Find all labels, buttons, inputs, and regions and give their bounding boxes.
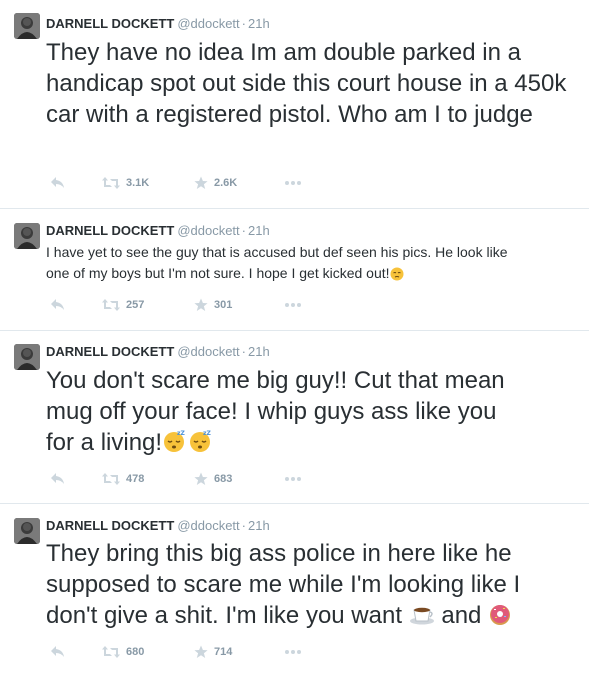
tweet-text-segment: and (441, 602, 482, 629)
more-dots-icon (285, 303, 301, 307)
retweet-icon (102, 646, 120, 658)
user-handle[interactable]: @ddockett (177, 344, 239, 359)
tweet[interactable]: DARNELL DOCKETT @ddockett · 21h I have yet … (0, 209, 589, 330)
tweet-text: They bring this big ass police in here l… (46, 538, 582, 631)
reply-icon (51, 299, 64, 310)
avatar[interactable] (14, 223, 40, 249)
tweet-text-segment: one of my boys but I'm not sure. I hope … (46, 265, 390, 281)
favorite-button[interactable]: 301 (194, 297, 232, 313)
retweet-button[interactable]: 257 (102, 297, 144, 313)
tweet-text-line: for a living! zZ zZ (46, 427, 582, 458)
svg-text:zZ: zZ (203, 430, 211, 437)
separator-dot: · (241, 518, 246, 533)
tweet[interactable]: DARNELL DOCKETT @ddockett · 21h You don't s… (0, 331, 589, 503)
favorite-star-icon (194, 176, 208, 189)
tweet-actions: 257 301 (46, 297, 346, 313)
tweet[interactable]: DARNELL DOCKETT @ddockett · 21h They have n… (0, 0, 589, 208)
avatar[interactable] (14, 13, 40, 39)
tweet-timestamp[interactable]: 21h (248, 16, 270, 31)
donut-emoji (490, 605, 511, 625)
tweet-timestamp[interactable]: 21h (248, 223, 270, 238)
tweet-text-line: don't give a shit. I'm like you want and (46, 600, 582, 631)
retweet-count: 257 (126, 299, 145, 311)
more-button[interactable] (284, 644, 302, 660)
user-handle[interactable]: @ddockett (177, 518, 239, 533)
favorite-count: 683 (214, 473, 233, 485)
retweet-count: 3.1K (126, 177, 150, 189)
tweet-text: They have no idea Im am double parked in… (46, 39, 567, 128)
favorite-button[interactable]: 714 (194, 644, 232, 660)
reply-icon (51, 473, 64, 484)
sleepy-face-emoji: zZ (190, 430, 212, 452)
favorite-star-icon (194, 645, 208, 658)
tweet-header: DARNELL DOCKETT @ddockett · 21h (46, 16, 270, 32)
tweet-text-line: supposed to scare me while I'm looking l… (46, 571, 521, 598)
tweet-actions: 3.1K 2.6K (46, 175, 346, 191)
more-dots-icon (285, 650, 301, 654)
coffee-emoji (409, 607, 434, 625)
user-handle[interactable]: @ddockett (177, 16, 239, 31)
favorite-count: 2.6K (214, 177, 238, 189)
pensive-face-emoji (390, 267, 404, 281)
retweet-button[interactable]: 680 (102, 644, 144, 660)
tweet[interactable]: DARNELL DOCKETT @ddockett · 21h They bring … (0, 504, 589, 676)
favorite-button[interactable]: 683 (194, 471, 232, 487)
tweet-timestamp[interactable]: 21h (248, 344, 270, 359)
user-name[interactable]: DARNELL DOCKETT (46, 223, 174, 238)
favorite-count: 301 (214, 299, 233, 311)
svg-text:zZ: zZ (177, 430, 185, 437)
reply-icon (51, 177, 64, 188)
tweet-text-segment: for a living! (46, 429, 163, 456)
retweet-icon (102, 177, 120, 189)
reply-button[interactable] (50, 644, 66, 660)
tweet-text-line: I have yet to see the guy that is accuse… (46, 244, 508, 260)
sleepy-face-emoji: zZ (164, 430, 186, 452)
retweet-icon (102, 473, 120, 485)
more-dots-icon (285, 181, 301, 185)
reply-icon (51, 646, 64, 657)
retweet-button[interactable]: 478 (102, 471, 144, 487)
tweet-text-line: mug off your face! I whip guys ass like … (46, 398, 497, 425)
separator-dot: · (241, 16, 246, 31)
user-name[interactable]: DARNELL DOCKETT (46, 518, 174, 533)
user-name[interactable]: DARNELL DOCKETT (46, 16, 174, 31)
tweet-header: DARNELL DOCKETT @ddockett · 21h (46, 223, 270, 239)
tweet-text: I have yet to see the guy that is accuse… (46, 242, 582, 284)
user-name[interactable]: DARNELL DOCKETT (46, 344, 174, 359)
reply-button[interactable] (50, 297, 66, 313)
retweet-icon (102, 299, 120, 311)
avatar[interactable] (14, 344, 40, 370)
favorite-count: 714 (214, 646, 233, 658)
favorite-star-icon (194, 298, 208, 311)
separator-dot: · (241, 344, 246, 359)
retweet-button[interactable]: 3.1K (102, 175, 149, 191)
tweet-text-line: You don't scare me big guy!! Cut that me… (46, 367, 505, 394)
user-handle[interactable]: @ddockett (177, 223, 239, 238)
more-dots-icon (285, 477, 301, 481)
separator-dot: · (241, 223, 246, 238)
reply-button[interactable] (50, 175, 66, 191)
tweet-text-segment: don't give a shit. I'm like you want (46, 602, 403, 629)
favorite-star-icon (194, 472, 208, 485)
retweet-count: 478 (126, 473, 145, 485)
tweet-text-line: one of my boys but I'm not sure. I hope … (46, 263, 582, 284)
avatar[interactable] (14, 518, 40, 544)
retweet-count: 680 (126, 646, 145, 658)
more-button[interactable] (284, 471, 302, 487)
more-button[interactable] (284, 297, 302, 313)
tweet-feed: DARNELL DOCKETT @ddockett · 21h They have n… (0, 0, 589, 676)
tweet-text-line: They bring this big ass police in here l… (46, 540, 512, 567)
reply-button[interactable] (50, 471, 66, 487)
tweet-text: You don't scare me big guy!! Cut that me… (46, 365, 582, 458)
tweet-timestamp[interactable]: 21h (248, 518, 270, 533)
more-button[interactable] (284, 175, 302, 191)
tweet-actions: 478 683 (46, 471, 346, 487)
tweet-actions: 680 714 (46, 644, 346, 660)
tweet-header: DARNELL DOCKETT @ddockett · 21h (46, 518, 270, 534)
favorite-button[interactable]: 2.6K (194, 175, 237, 191)
tweet-header: DARNELL DOCKETT @ddockett · 21h (46, 344, 270, 360)
